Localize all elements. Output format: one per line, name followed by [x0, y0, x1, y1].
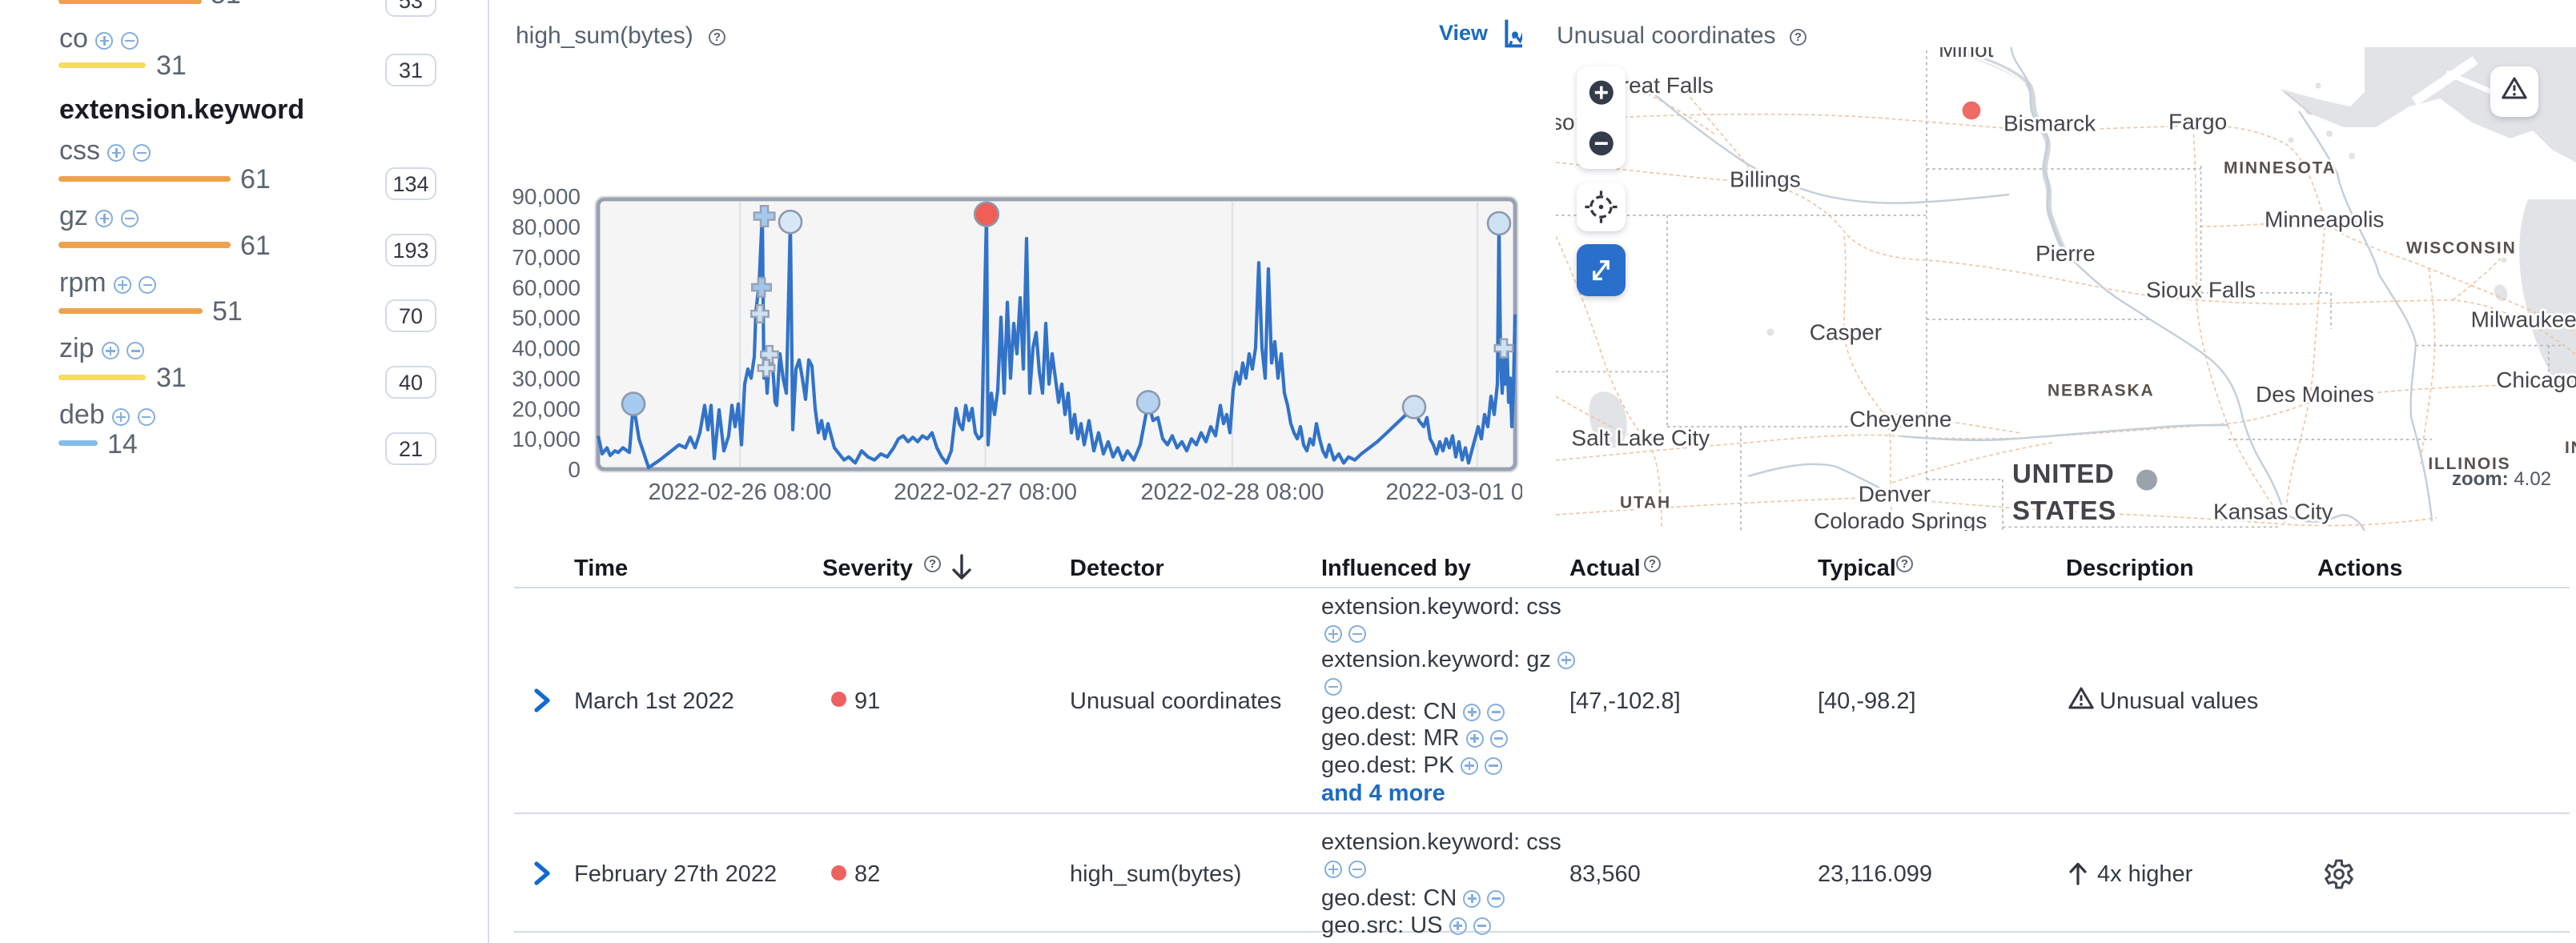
svg-text:80,000: 80,000 — [512, 215, 581, 239]
svg-text:Chicago: Chicago — [2496, 367, 2576, 392]
svg-text:Pierre: Pierre — [2035, 241, 2096, 266]
svg-text:2022-02-27 08:00: 2022-02-27 08:00 — [894, 480, 1077, 505]
svg-text:60,000: 60,000 — [512, 275, 581, 300]
svg-text:Minot: Minot — [1939, 47, 1994, 62]
svg-text:0: 0 — [568, 457, 581, 482]
svg-text:Des Moines: Des Moines — [2256, 382, 2374, 407]
svg-text:Bismarck: Bismarck — [2003, 111, 2096, 136]
svg-text:Casper: Casper — [1810, 320, 1882, 345]
svg-text:70,000: 70,000 — [512, 245, 581, 270]
svg-text:Sioux Falls: Sioux Falls — [2146, 278, 2256, 303]
svg-text:IN: IN — [2565, 439, 2576, 457]
svg-text:Minneapolis: Minneapolis — [2265, 207, 2384, 232]
svg-text:UTAH: UTAH — [1620, 494, 1671, 512]
svg-text:Colorado Springs: Colorado Springs — [1814, 508, 1987, 531]
svg-text:Denver: Denver — [1859, 482, 1931, 507]
svg-text:Kansas City: Kansas City — [2213, 499, 2333, 524]
svg-text:10,000: 10,000 — [512, 427, 581, 451]
svg-text:MINNESOTA: MINNESOTA — [2224, 159, 2337, 177]
svg-text:STATES: STATES — [2012, 496, 2116, 525]
svg-text:Milwaukee: Milwaukee — [2471, 307, 2576, 331]
svg-text:2022-02-28 08:00: 2022-02-28 08:00 — [1141, 480, 1324, 505]
svg-text:50,000: 50,000 — [512, 306, 581, 331]
svg-text:2022-02-26 08:00: 2022-02-26 08:00 — [649, 480, 832, 505]
svg-text:Billings: Billings — [1730, 167, 1801, 192]
svg-text:90,000: 90,000 — [512, 184, 581, 209]
svg-text:40,000: 40,000 — [512, 336, 581, 361]
svg-text:NEBRASKA: NEBRASKA — [2048, 382, 2154, 400]
svg-text:UNITED: UNITED — [2012, 459, 2115, 488]
svg-text:Salt Lake City: Salt Lake City — [1571, 426, 1710, 451]
svg-text:WISCONSIN: WISCONSIN — [2406, 239, 2517, 257]
svg-text:2022-03-01 08:00: 2022-03-01 08:00 — [1386, 480, 1522, 505]
svg-text:20,000: 20,000 — [512, 396, 581, 421]
svg-text:zoom: 4.02: zoom: 4.02 — [2452, 468, 2551, 490]
svg-text:Fargo: Fargo — [2168, 110, 2227, 134]
svg-text:so: so — [1556, 110, 1575, 134]
svg-text:Cheyenne: Cheyenne — [1850, 407, 1952, 431]
svg-text:30,000: 30,000 — [512, 366, 581, 391]
